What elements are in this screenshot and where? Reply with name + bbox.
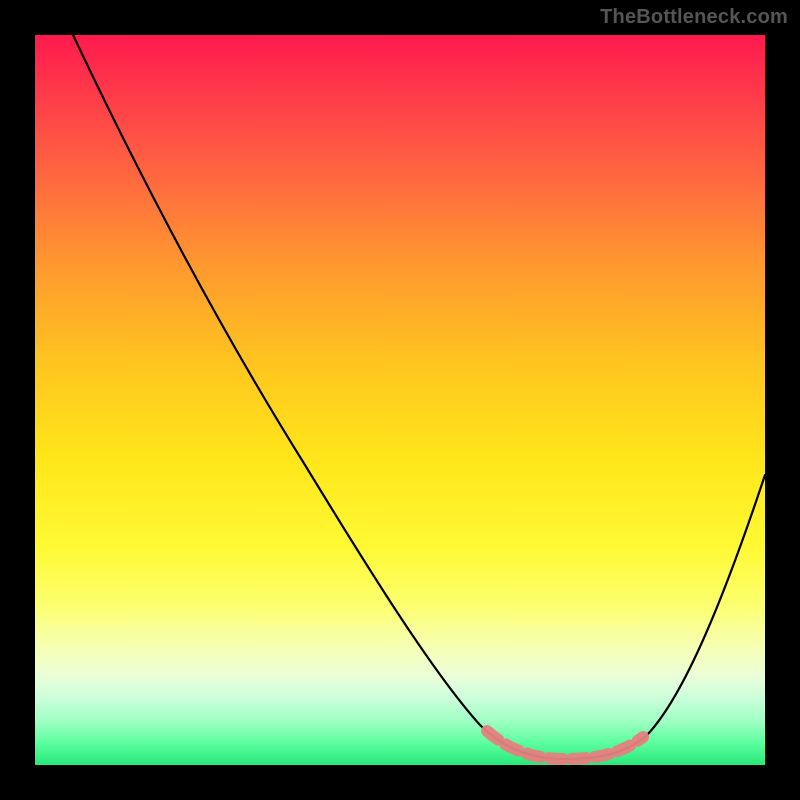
optimal-zone-highlight — [487, 731, 643, 759]
chart-frame: TheBottleneck.com — [0, 0, 800, 800]
bottleneck-curve — [73, 35, 765, 759]
curve-svg — [35, 35, 765, 765]
watermark-text: TheBottleneck.com — [600, 6, 788, 29]
plot-area — [35, 35, 765, 765]
